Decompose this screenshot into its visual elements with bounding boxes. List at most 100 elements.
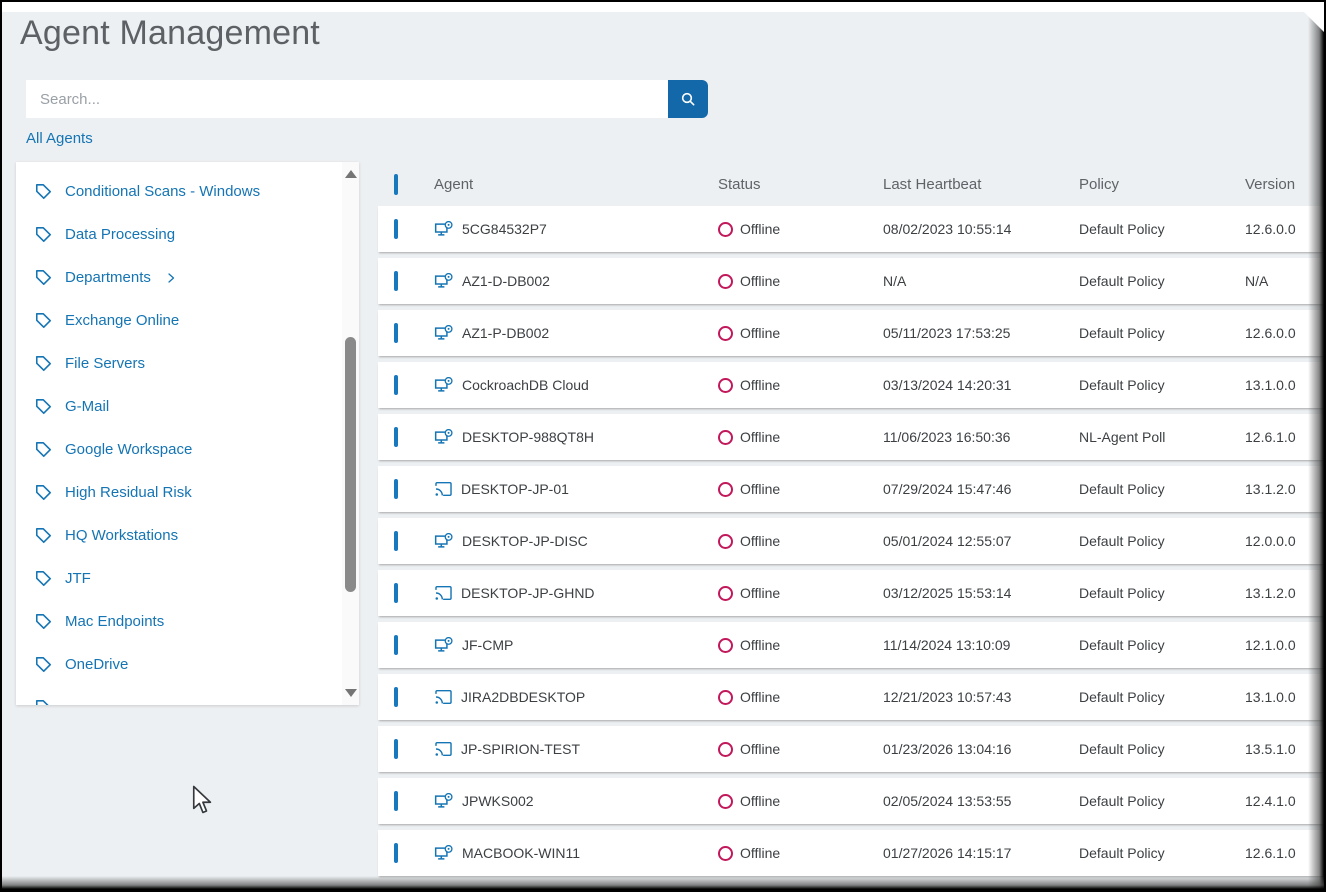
table-row[interactable]: CockroachDB Cloud Offline 03/13/2024 14:…: [378, 362, 1324, 408]
table-row[interactable]: MACBOOK-WIN11 Offline 01/27/2026 14:15:1…: [378, 830, 1324, 876]
row-checkbox[interactable]: [394, 583, 398, 603]
status-label: Offline: [740, 845, 780, 861]
search-bar: [26, 80, 708, 118]
offline-status-icon: [718, 482, 733, 497]
version-value: 13.1.0.0: [1245, 377, 1324, 393]
scroll-up-arrow-icon[interactable]: [345, 170, 357, 178]
status-label: Offline: [740, 741, 780, 757]
desktop-agent-icon: [434, 637, 454, 654]
row-checkbox[interactable]: [394, 271, 398, 291]
policy-value: Default Policy: [1079, 325, 1245, 341]
search-button[interactable]: [668, 80, 708, 118]
sidebar-scrollbar[interactable]: [342, 162, 359, 705]
status-label: Offline: [740, 221, 780, 237]
table-row[interactable]: AZ1-P-DB002 Offline 05/11/2023 17:53:25 …: [378, 310, 1324, 356]
policy-value: Default Policy: [1079, 689, 1245, 705]
sidebar-tag-item[interactable]: [16, 686, 359, 705]
row-checkbox[interactable]: [394, 687, 398, 707]
tag-icon: [34, 612, 53, 631]
row-checkbox[interactable]: [394, 635, 398, 655]
all-agents-link[interactable]: All Agents: [26, 130, 93, 147]
sidebar-tag-item[interactable]: High Residual Risk: [16, 471, 359, 514]
sidebar-tag-item[interactable]: JTF: [16, 557, 359, 600]
status-label: Offline: [740, 377, 780, 393]
table-row[interactable]: JF-CMP Offline 11/14/2024 13:10:09 Defau…: [378, 622, 1324, 668]
mouse-cursor: [190, 785, 214, 820]
version-value: 13.1.0.0: [1245, 689, 1324, 705]
sidebar-tag-item[interactable]: HQ Workstations: [16, 514, 359, 557]
tag-label: Exchange Online: [65, 312, 179, 329]
sidebar-tag-item[interactable]: Data Processing: [16, 213, 359, 256]
row-checkbox[interactable]: [394, 739, 398, 759]
status-label: Offline: [740, 273, 780, 289]
version-value: N/A: [1245, 273, 1324, 289]
version-value: 12.1.0.0: [1245, 637, 1324, 653]
offline-status-icon: [718, 534, 733, 549]
table-row[interactable]: AZ1-D-DB002 Offline N/A Default Policy N…: [378, 258, 1324, 304]
table-row[interactable]: JPWKS002 Offline 02/05/2024 13:53:55 Def…: [378, 778, 1324, 824]
tag-filter-panel: Conditional Scans - Windows Data Process…: [16, 162, 359, 705]
last-heartbeat-value: 12/21/2023 10:57:43: [883, 689, 1079, 705]
header-policy: Policy: [1079, 176, 1245, 193]
sidebar-tag-item[interactable]: OneDrive: [16, 643, 359, 686]
sidebar-tag-item[interactable]: Google Workspace: [16, 428, 359, 471]
policy-value: Default Policy: [1079, 793, 1245, 809]
header-version: Version: [1245, 176, 1324, 193]
agent-name: JIRA2DBDESKTOP: [461, 689, 585, 705]
last-heartbeat-value: 01/23/2026 13:04:16: [883, 741, 1079, 757]
tag-icon: [34, 483, 53, 502]
agent-name: DESKTOP-JP-GHND: [461, 585, 595, 601]
tag-icon: [34, 569, 53, 588]
sidebar-tag-item[interactable]: G-Mail: [16, 385, 359, 428]
table-row[interactable]: JIRA2DBDESKTOP Offline 12/21/2023 10:57:…: [378, 674, 1324, 720]
table-row[interactable]: DESKTOP-JP-GHND Offline 03/12/2025 15:53…: [378, 570, 1324, 616]
last-heartbeat-value: 05/11/2023 17:53:25: [883, 325, 1079, 341]
last-heartbeat-value: 11/06/2023 16:50:36: [883, 429, 1079, 445]
row-checkbox[interactable]: [394, 531, 398, 551]
scrollbar-thumb[interactable]: [345, 337, 356, 592]
tag-icon: [34, 268, 53, 287]
desktop-agent-icon: [434, 325, 454, 342]
tag-label: OneDrive: [65, 656, 128, 673]
table-row[interactable]: DESKTOP-JP-DISC Offline 05/01/2024 12:55…: [378, 518, 1324, 564]
agents-table: Agent Status Last Heartbeat Policy Versi…: [378, 162, 1324, 882]
table-row[interactable]: 5CG84532P7 Offline 08/02/2023 10:55:14 D…: [378, 206, 1324, 252]
tag-icon: [34, 182, 53, 201]
row-checkbox[interactable]: [394, 323, 398, 343]
tag-label: Data Processing: [65, 226, 175, 243]
page-title: Agent Management: [20, 14, 320, 53]
select-all-checkbox[interactable]: [394, 174, 398, 195]
tag-label: G-Mail: [65, 398, 109, 415]
table-row[interactable]: JP-SPIRION-TEST Offline 01/23/2026 13:04…: [378, 726, 1324, 772]
policy-value: Default Policy: [1079, 845, 1245, 861]
row-checkbox[interactable]: [394, 843, 398, 863]
row-checkbox[interactable]: [394, 219, 398, 239]
policy-value: Default Policy: [1079, 221, 1245, 237]
status-label: Offline: [740, 585, 780, 601]
sidebar-tag-item[interactable]: File Servers: [16, 342, 359, 385]
sidebar-tag-item[interactable]: Conditional Scans - Windows: [16, 170, 359, 213]
agent-name: MACBOOK-WIN11: [462, 845, 580, 861]
row-checkbox[interactable]: [394, 375, 398, 395]
offline-status-icon: [718, 742, 733, 757]
offline-status-icon: [718, 326, 733, 341]
row-checkbox[interactable]: [394, 427, 398, 447]
row-checkbox[interactable]: [394, 479, 398, 499]
table-row[interactable]: DESKTOP-JP-01 Offline 07/29/2024 15:47:4…: [378, 466, 1324, 512]
agent-name: JP-SPIRION-TEST: [461, 741, 580, 757]
version-value: 12.6.1.0: [1245, 845, 1324, 861]
chevron-right-icon: [165, 272, 177, 284]
table-row[interactable]: DESKTOP-988QT8H Offline 11/06/2023 16:50…: [378, 414, 1324, 460]
policy-value: Default Policy: [1079, 377, 1245, 393]
scroll-down-arrow-icon[interactable]: [345, 689, 357, 697]
sidebar-tag-item[interactable]: Exchange Online: [16, 299, 359, 342]
status-label: Offline: [740, 689, 780, 705]
sidebar-tag-item[interactable]: Departments: [16, 256, 359, 299]
offline-status-icon: [718, 690, 733, 705]
tag-label: JTF: [65, 570, 91, 587]
last-heartbeat-value: 11/14/2024 13:10:09: [883, 637, 1079, 653]
sidebar-tag-item[interactable]: Mac Endpoints: [16, 600, 359, 643]
row-checkbox[interactable]: [394, 791, 398, 811]
last-heartbeat-value: 01/27/2026 14:15:17: [883, 845, 1079, 861]
search-input[interactable]: [26, 80, 668, 118]
